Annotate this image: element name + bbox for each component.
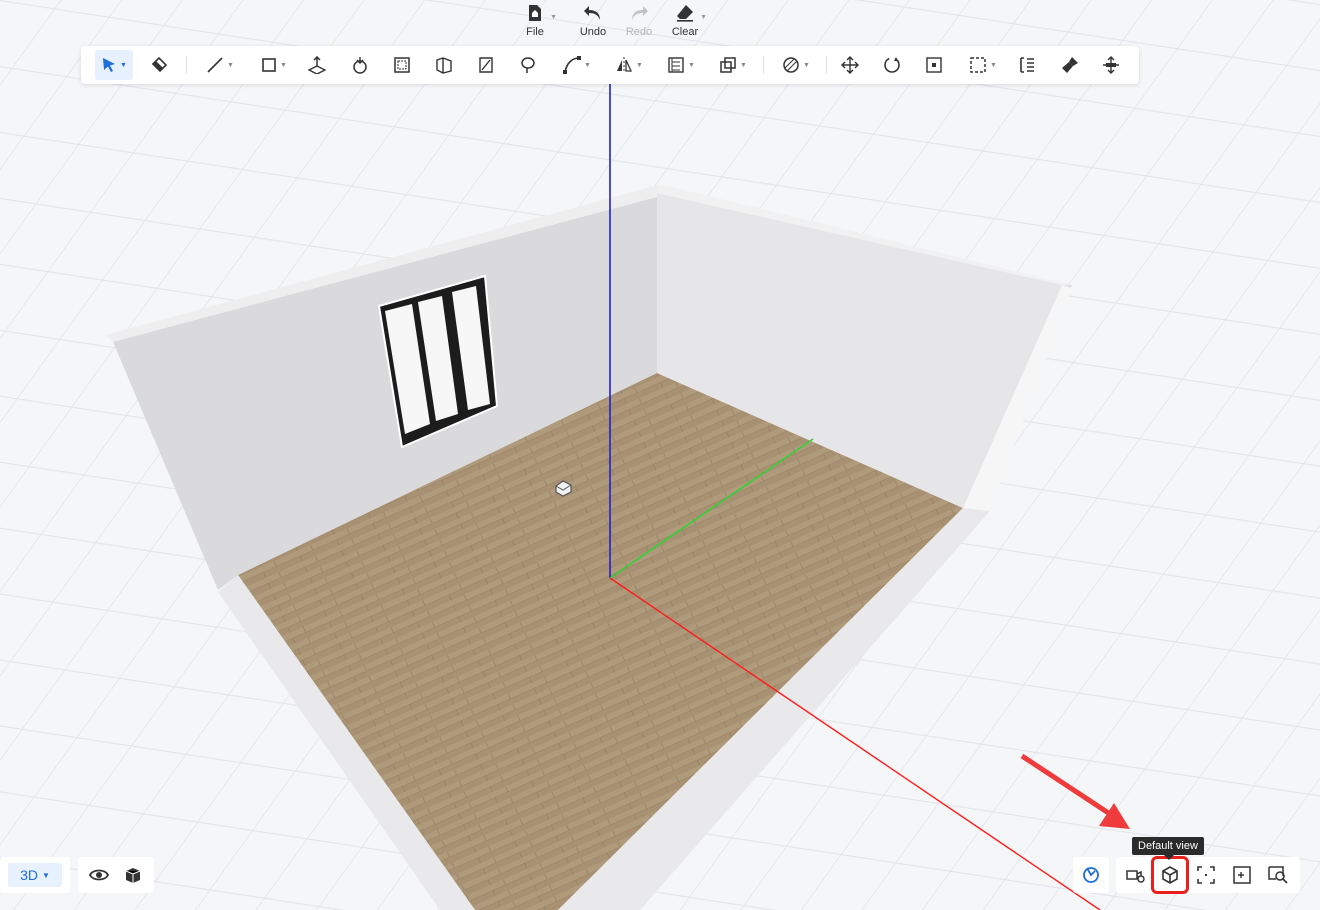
distribute-tool-button[interactable]: [1013, 50, 1041, 80]
file-label: File: [526, 26, 544, 38]
box-icon: [436, 57, 452, 74]
material-icon: [783, 57, 799, 73]
zoom-selection-icon: [1233, 866, 1251, 884]
chevron-down-icon: ▼: [584, 61, 591, 69]
file-bar: File ▼ Undo Redo Clear ▼: [515, 0, 707, 42]
default-view-button[interactable]: [1151, 856, 1189, 894]
select-area-tool-button[interactable]: ▼: [962, 50, 1004, 80]
viewport-3d[interactable]: [0, 0, 1320, 910]
distribute-icon: [1020, 57, 1034, 73]
push-pull-tool-button[interactable]: [303, 50, 331, 80]
visibility-button[interactable]: [85, 861, 113, 889]
camera-settings-button[interactable]: [1122, 861, 1150, 889]
camera-settings-icon: [1126, 870, 1145, 883]
chevron-down-icon: ▼: [120, 61, 127, 69]
chevron-down-icon: ▼: [688, 61, 695, 69]
brush-icon: [1062, 57, 1078, 73]
snap-panel: [1073, 857, 1109, 893]
lasso-icon: [521, 57, 535, 73]
chevron-down-icon: ▼: [990, 61, 997, 69]
scale-tool-button[interactable]: [920, 50, 948, 80]
offset-tool-button[interactable]: [388, 50, 416, 80]
chevron-down-icon: ▼: [227, 61, 234, 69]
align-icon: [668, 57, 684, 73]
select-area-icon: [970, 57, 986, 73]
clean-tool-button[interactable]: [1056, 50, 1084, 80]
default-view-tooltip: Default view: [1132, 837, 1204, 860]
move-icon: [841, 56, 859, 74]
fit-screen-icon: [1197, 866, 1215, 884]
rotate-tool-button[interactable]: [878, 50, 906, 80]
duplicate-tool-button[interactable]: ▼: [712, 50, 754, 80]
curve-icon: [563, 56, 582, 74]
file-menu-button[interactable]: File ▼: [515, 0, 557, 42]
line-tool-button[interactable]: ▼: [199, 50, 241, 80]
line-icon: [207, 57, 223, 73]
push-pull-icon: [308, 56, 326, 74]
undo-label: Undo: [579, 26, 607, 38]
magnet-rotate-icon: [1083, 867, 1099, 883]
rectangle-tool-button[interactable]: ▼: [253, 50, 295, 80]
file-icon: [525, 3, 545, 23]
cube-icon: [125, 868, 141, 883]
chevron-down-icon: ▼: [700, 14, 707, 21]
box-tool-button[interactable]: [430, 50, 458, 80]
chevron-down-icon: ▼: [636, 61, 643, 69]
move-tool-button[interactable]: [836, 50, 864, 80]
cursor-arrow-icon: [103, 58, 116, 72]
cube-view-button[interactable]: [119, 861, 147, 889]
rotate-object-icon: [353, 57, 367, 74]
chevron-down-icon: ▼: [41, 870, 50, 880]
rectangle-icon: [262, 58, 276, 72]
zoom-selection-button[interactable]: [1228, 861, 1256, 889]
curve-tool-button[interactable]: ▼: [556, 50, 598, 80]
mirror-icon: [617, 57, 633, 73]
view-mode-container: 3D ▼: [0, 857, 70, 893]
eraser-icon: [675, 3, 695, 23]
pan-tool-button[interactable]: [1097, 50, 1125, 80]
redo-button[interactable]: Redo: [619, 0, 659, 42]
cut-plane-icon: [479, 57, 493, 73]
visibility-controls: [78, 857, 154, 893]
view-mode-select[interactable]: 3D ▼: [8, 863, 62, 887]
clear-label: Clear: [671, 26, 699, 38]
zoom-search-icon: [1268, 866, 1288, 884]
chevron-down-icon: ▼: [740, 61, 747, 69]
paint-bucket-button[interactable]: [145, 50, 173, 80]
toolbar-divider: [186, 56, 187, 74]
bottom-left-panel: 3D ▼: [0, 857, 154, 893]
cut-tool-button[interactable]: [472, 50, 500, 80]
paint-bucket-icon: [151, 56, 168, 73]
zoom-search-button[interactable]: [1264, 861, 1292, 889]
redo-icon: [629, 3, 649, 23]
mirror-tool-button[interactable]: ▼: [608, 50, 650, 80]
toolbar-divider: [763, 56, 764, 74]
main-toolbar: ▼ ▼ ▼ ▼ ▼ ▼ ▼ ▼ ▼: [81, 46, 1139, 84]
eye-icon: [89, 869, 109, 881]
toolbar-divider: [826, 56, 827, 74]
zoom-fit-button[interactable]: [1192, 861, 1220, 889]
offset-icon: [394, 57, 410, 73]
chevron-down-icon: ▼: [803, 61, 810, 69]
duplicate-icon: [720, 57, 736, 73]
view-mode-label: 3D: [20, 867, 38, 883]
rotate-icon: [884, 57, 900, 73]
redo-label: Redo: [625, 26, 653, 38]
select-tool-button[interactable]: ▼: [95, 50, 133, 80]
snap-toggle-button[interactable]: [1077, 861, 1105, 889]
chevron-down-icon: ▼: [550, 14, 557, 21]
undo-button[interactable]: Undo: [573, 0, 613, 42]
scale-icon: [926, 57, 942, 73]
lasso-tool-button[interactable]: [514, 50, 542, 80]
material-tool-button[interactable]: ▼: [775, 50, 817, 80]
pan-icon: [1103, 56, 1119, 74]
clear-button[interactable]: Clear ▼: [665, 0, 707, 42]
chevron-down-icon: ▼: [280, 61, 287, 69]
default-view-cube-icon: [1162, 866, 1178, 884]
align-tool-button[interactable]: ▼: [660, 50, 702, 80]
rotate-object-tool-button[interactable]: [346, 50, 374, 80]
undo-icon: [583, 3, 603, 23]
camera-panel: [1116, 856, 1300, 894]
